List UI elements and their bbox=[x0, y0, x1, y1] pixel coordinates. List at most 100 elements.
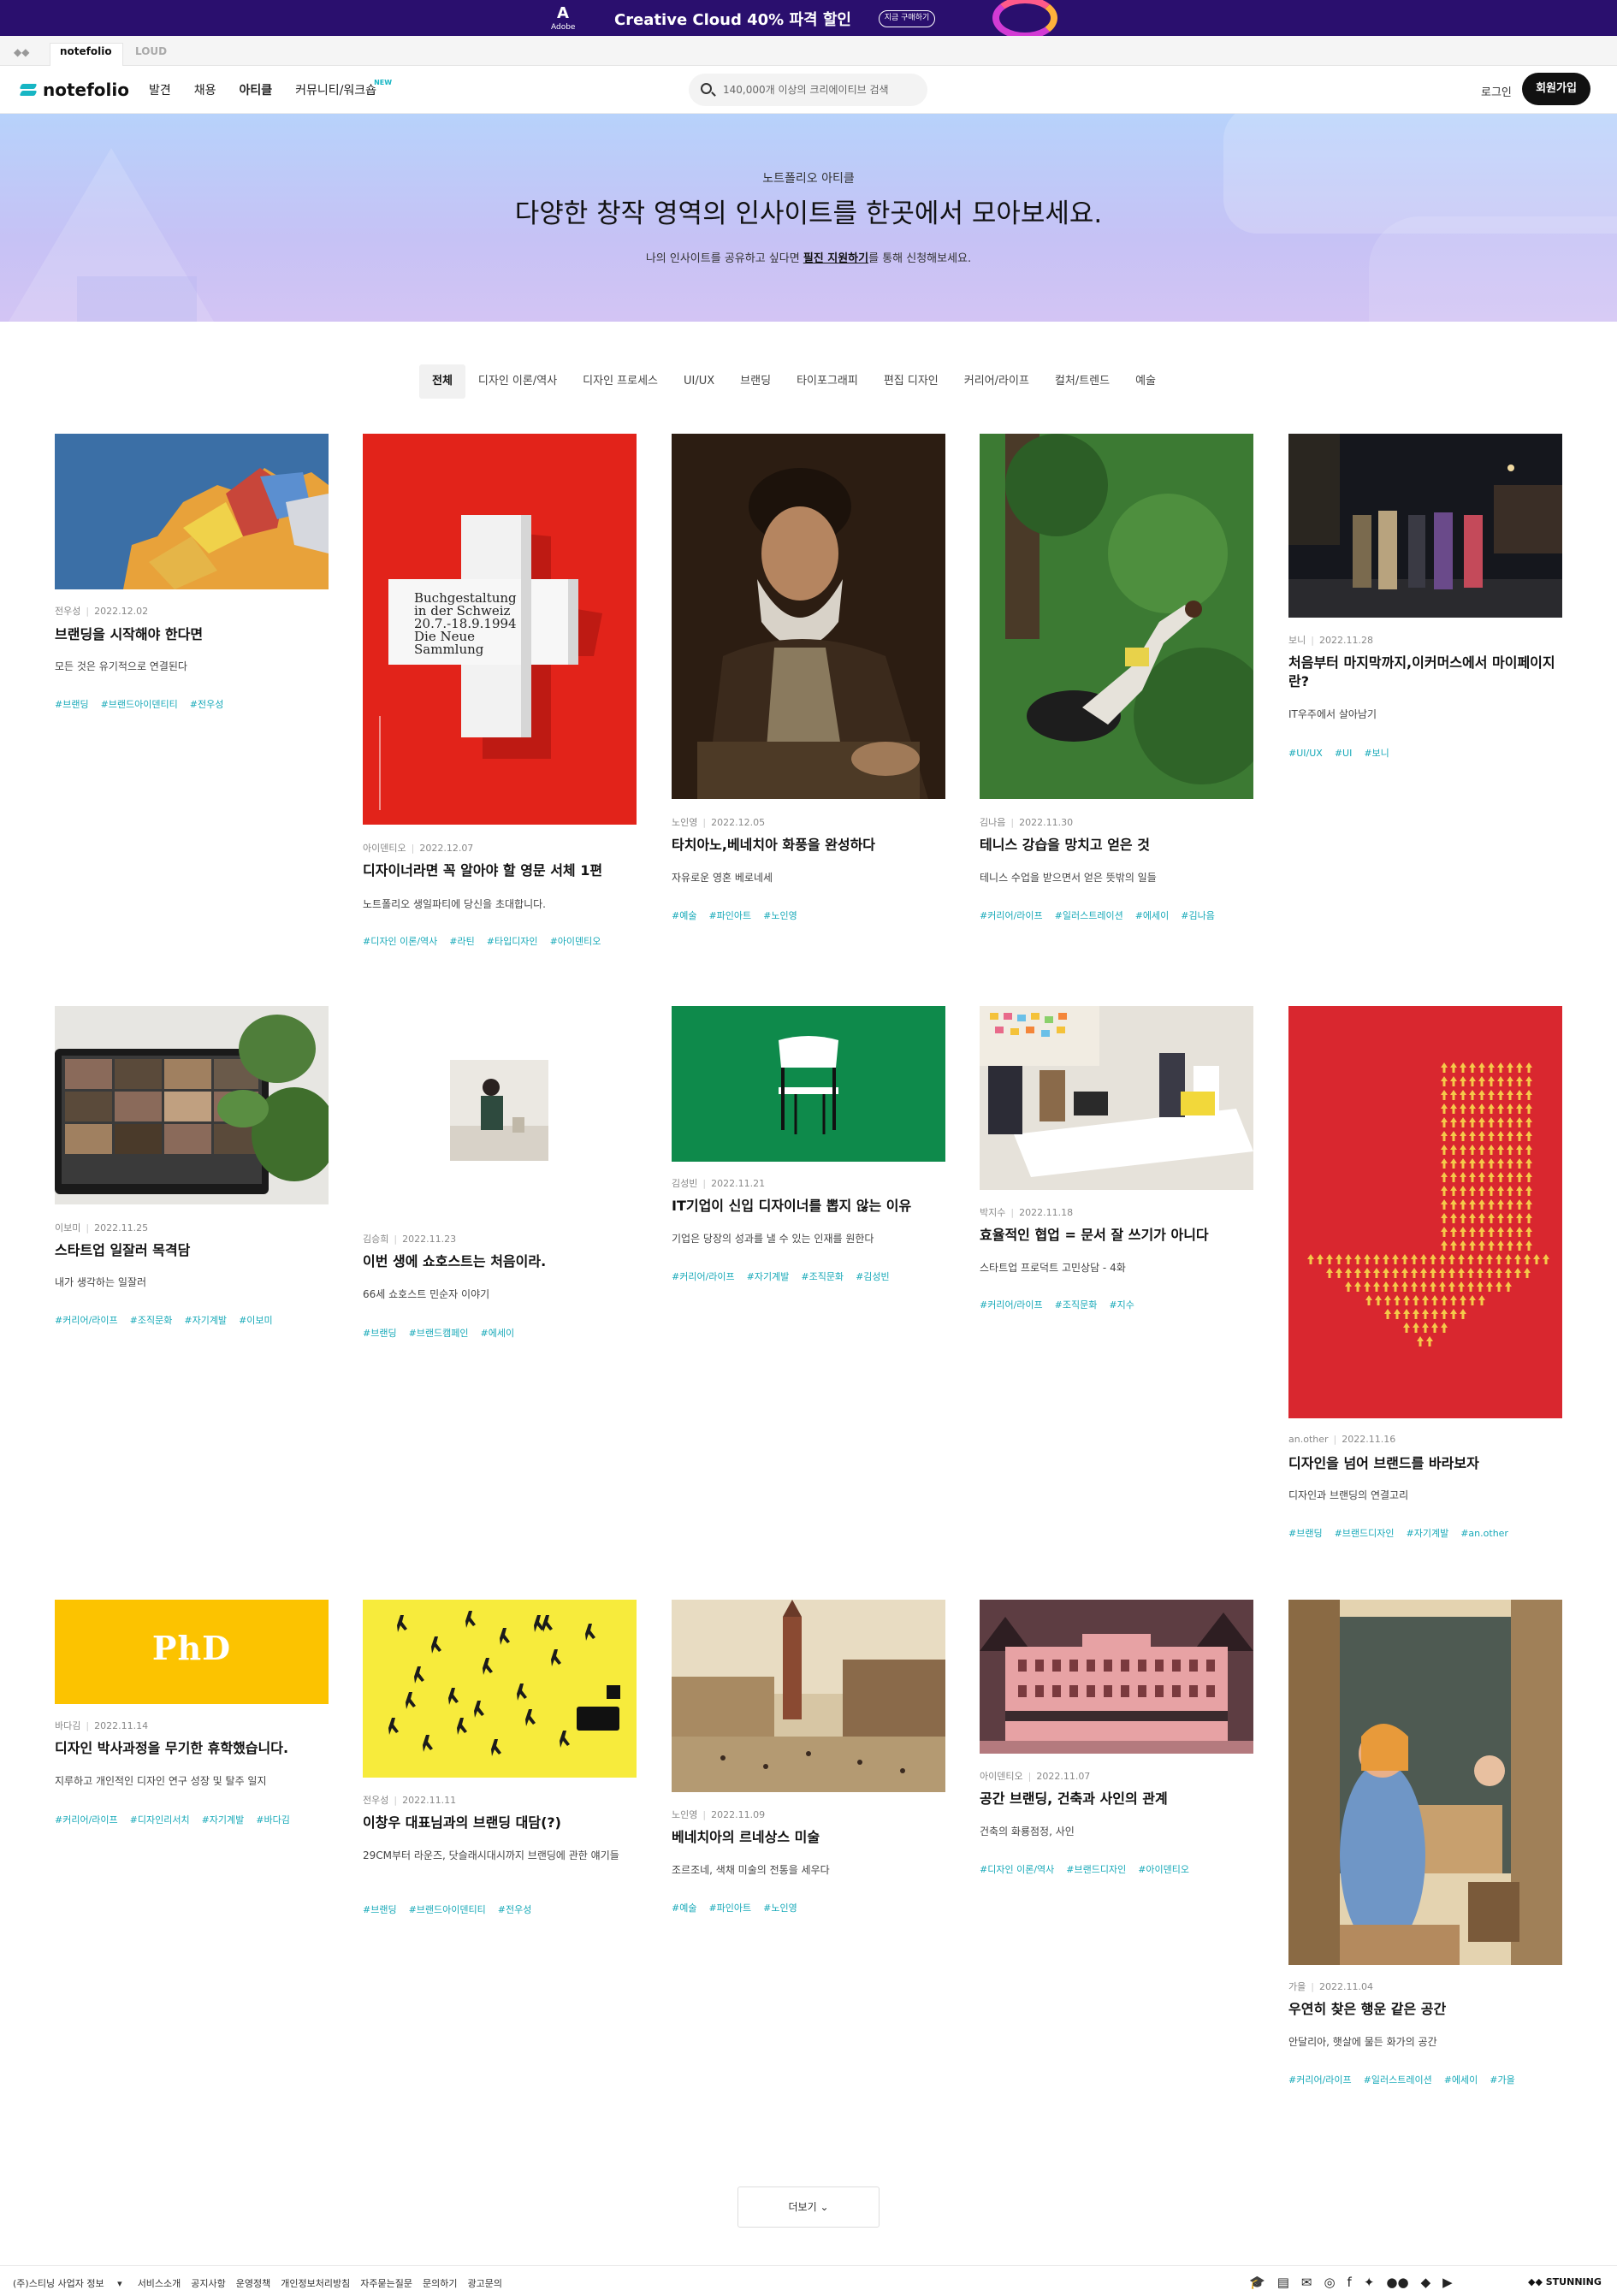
tag-link[interactable]: #브랜드아이덴티티 bbox=[409, 1904, 486, 1915]
stunning-logo[interactable]: ◆◆ STUNNING bbox=[1528, 2276, 1602, 2287]
filter-all[interactable]: 전체 bbox=[419, 364, 465, 399]
tag-link[interactable]: #일러스트레이션 bbox=[1364, 2074, 1432, 2086]
tag-link[interactable]: #자기계발 bbox=[1407, 1528, 1449, 1539]
tag-link[interactable]: #UI/UX bbox=[1288, 748, 1323, 759]
article-thumbnail[interactable] bbox=[1288, 1006, 1562, 1418]
instagram-icon[interactable]: ◎ bbox=[1324, 2275, 1335, 2290]
article-title[interactable]: 처음부터 마지막까지,이커머스에서 마이페이지란? bbox=[1288, 654, 1562, 691]
blog-icon[interactable]: ▤ bbox=[1277, 2275, 1289, 2290]
nav-item-jobs[interactable]: 채용 bbox=[194, 81, 216, 98]
tag-link[interactable]: #예술 bbox=[672, 1902, 696, 1914]
tag-link[interactable]: #에세이 bbox=[481, 1328, 515, 1339]
play-store-icon[interactable]: ▶ bbox=[1442, 2275, 1453, 2290]
tag-link[interactable]: #지수 bbox=[1109, 1299, 1134, 1311]
article-thumbnail[interactable] bbox=[980, 434, 1253, 799]
article-title[interactable]: 스타트업 일잘러 목격담 bbox=[55, 1241, 329, 1260]
article-title[interactable]: 디자이너라면 꼭 알아야 할 영문 서체 1편 bbox=[363, 861, 637, 880]
tag-link[interactable]: #노인영 bbox=[763, 910, 797, 921]
tag-link[interactable]: #일러스트레이션 bbox=[1055, 910, 1123, 921]
article-thumbnail[interactable]: PhD bbox=[55, 1600, 329, 1704]
article-thumbnail[interactable] bbox=[672, 434, 945, 799]
filter-editorial[interactable]: 편집 디자인 bbox=[871, 364, 951, 399]
notefolio-logo[interactable]: notefolio bbox=[21, 80, 129, 100]
article-thumbnail[interactable] bbox=[672, 1600, 945, 1792]
tag-link[interactable]: #보니 bbox=[1364, 748, 1389, 759]
article-title[interactable]: 테니스 강습을 망치고 얻은 것 bbox=[980, 836, 1253, 855]
tag-link[interactable]: #가을 bbox=[1490, 2074, 1514, 2086]
footer-link[interactable]: 자주묻는질문 bbox=[360, 2276, 412, 2290]
academy-icon[interactable]: 🎓 bbox=[1249, 2275, 1265, 2290]
tag-link[interactable]: #커리어/라이프 bbox=[672, 1271, 735, 1282]
filter-theory-history[interactable]: 디자인 이론/역사 bbox=[465, 364, 570, 399]
tag-link[interactable]: #파인아트 bbox=[708, 910, 751, 921]
tag-link[interactable]: #디자인리서치 bbox=[130, 1814, 190, 1826]
footer-link[interactable]: 운영정책 bbox=[236, 2276, 270, 2290]
footer-link[interactable]: 문의하기 bbox=[423, 2276, 457, 2290]
article-title[interactable]: 공간 브랜딩, 건축과 사인의 관계 bbox=[980, 1790, 1253, 1808]
article-thumbnail[interactable] bbox=[363, 1006, 637, 1230]
article-thumbnail[interactable] bbox=[55, 434, 329, 589]
apply-writer-link[interactable]: 필진 지원하기 bbox=[803, 252, 868, 265]
article-thumbnail[interactable] bbox=[980, 1600, 1253, 1754]
nav-item-articles[interactable]: 아티클 bbox=[239, 81, 272, 115]
tag-link[interactable]: #자기계발 bbox=[747, 1271, 790, 1282]
tag-link[interactable]: #조직문화 bbox=[1055, 1299, 1098, 1311]
article-thumbnail[interactable]: Buchgestaltung in der Schweiz 20.7.-18.9.1… bbox=[363, 434, 637, 825]
tag-link[interactable]: #김성빈 bbox=[856, 1271, 890, 1282]
business-info-toggle[interactable]: (주)스티닝 사업자 정보 ▾ bbox=[13, 2276, 122, 2290]
tag-link[interactable]: #브랜드아이덴티티 bbox=[101, 699, 178, 710]
filter-art[interactable]: 예술 bbox=[1122, 364, 1169, 399]
tag-link[interactable]: #커리어/라이프 bbox=[980, 1299, 1043, 1311]
filter-uiux[interactable]: UI/UX bbox=[671, 364, 727, 399]
service-tab-notefolio[interactable]: notefolio bbox=[60, 45, 112, 57]
article-title[interactable]: 디자인을 넘어 브랜드를 바라보자 bbox=[1288, 1454, 1562, 1473]
footer-link[interactable]: 광고문의 bbox=[467, 2276, 501, 2290]
tag-link[interactable]: #바다김 bbox=[256, 1814, 290, 1826]
tag-link[interactable]: #타입디자인 bbox=[487, 936, 538, 947]
tag-link[interactable]: #브랜딩 bbox=[363, 1904, 397, 1915]
filter-culture-trend[interactable]: 컬처/트렌드 bbox=[1042, 364, 1122, 399]
tag-link[interactable]: #커리어/라이프 bbox=[55, 1814, 118, 1826]
article-thumbnail[interactable] bbox=[980, 1006, 1253, 1190]
article-title[interactable]: 우연히 찾은 행운 같은 공간 bbox=[1288, 2000, 1562, 2019]
tag-link[interactable]: #조직문화 bbox=[130, 1315, 173, 1326]
filter-career-life[interactable]: 커리어/라이프 bbox=[951, 364, 1042, 399]
nav-item-community[interactable]: 커뮤니티/워크숍 NEW bbox=[295, 79, 392, 98]
tag-link[interactable]: #김나음 bbox=[1181, 910, 1215, 921]
medium-icon[interactable]: ●● bbox=[1386, 2275, 1408, 2290]
tag-link[interactable]: #an.other bbox=[1460, 1528, 1508, 1539]
tag-link[interactable]: #이보미 bbox=[239, 1315, 273, 1326]
search-box[interactable] bbox=[689, 74, 927, 106]
article-thumbnail[interactable] bbox=[1288, 434, 1562, 618]
facebook-icon[interactable]: f bbox=[1348, 2275, 1352, 2290]
tag-link[interactable]: #커리어/라이프 bbox=[55, 1315, 118, 1326]
service-tab-loud[interactable]: LOUD bbox=[135, 45, 167, 57]
signup-button[interactable]: 회원가입 bbox=[1522, 73, 1590, 105]
banner-cta-button[interactable]: 지금 구매하기 bbox=[879, 10, 935, 27]
tag-link[interactable]: #노인영 bbox=[763, 1902, 797, 1914]
promo-banner[interactable]: A Adobe Creative Cloud 40% 파격 할인 지금 구매하기 bbox=[0, 0, 1617, 39]
article-title[interactable]: 효율적인 협업 = 문서 잘 쓰기가 아니다 bbox=[980, 1226, 1253, 1245]
article-title[interactable]: IT기업이 신입 디자이너를 뽑지 않는 이유 bbox=[672, 1197, 945, 1216]
twitter-icon[interactable]: ✦ bbox=[1364, 2275, 1375, 2290]
tag-link[interactable]: #브랜딩 bbox=[363, 1328, 397, 1339]
login-link[interactable]: 로그인 bbox=[1481, 83, 1512, 99]
tag-link[interactable]: #조직문화 bbox=[801, 1271, 844, 1282]
filter-branding[interactable]: 브랜딩 bbox=[727, 364, 784, 399]
tag-link[interactable]: #자기계발 bbox=[202, 1814, 245, 1826]
nav-item-discover[interactable]: 발견 bbox=[149, 81, 171, 98]
mail-icon[interactable]: ✉ bbox=[1301, 2275, 1312, 2290]
tag-link[interactable]: #브랜딩 bbox=[55, 699, 89, 710]
footer-link[interactable]: 공지사항 bbox=[191, 2276, 225, 2290]
search-input[interactable] bbox=[723, 81, 920, 98]
tag-link[interactable]: #브랜드디자인 bbox=[1335, 1528, 1395, 1539]
tag-link[interactable]: #아이덴티오 bbox=[1138, 1864, 1189, 1875]
tag-link[interactable]: #브랜드캠페인 bbox=[409, 1328, 469, 1339]
load-more-button[interactable]: 더보기 ⌄ bbox=[737, 2187, 880, 2228]
article-title[interactable]: 타치아노,베네치아 화풍을 완성하다 bbox=[672, 836, 945, 855]
tag-link[interactable]: #커리어/라이프 bbox=[980, 910, 1043, 921]
tag-link[interactable]: #아이덴티오 bbox=[550, 936, 601, 947]
article-title[interactable]: 이번 생에 쇼호스트는 처음이라. bbox=[363, 1252, 637, 1271]
tag-link[interactable]: #전우성 bbox=[190, 699, 224, 710]
filter-process[interactable]: 디자인 프로세스 bbox=[570, 364, 671, 399]
